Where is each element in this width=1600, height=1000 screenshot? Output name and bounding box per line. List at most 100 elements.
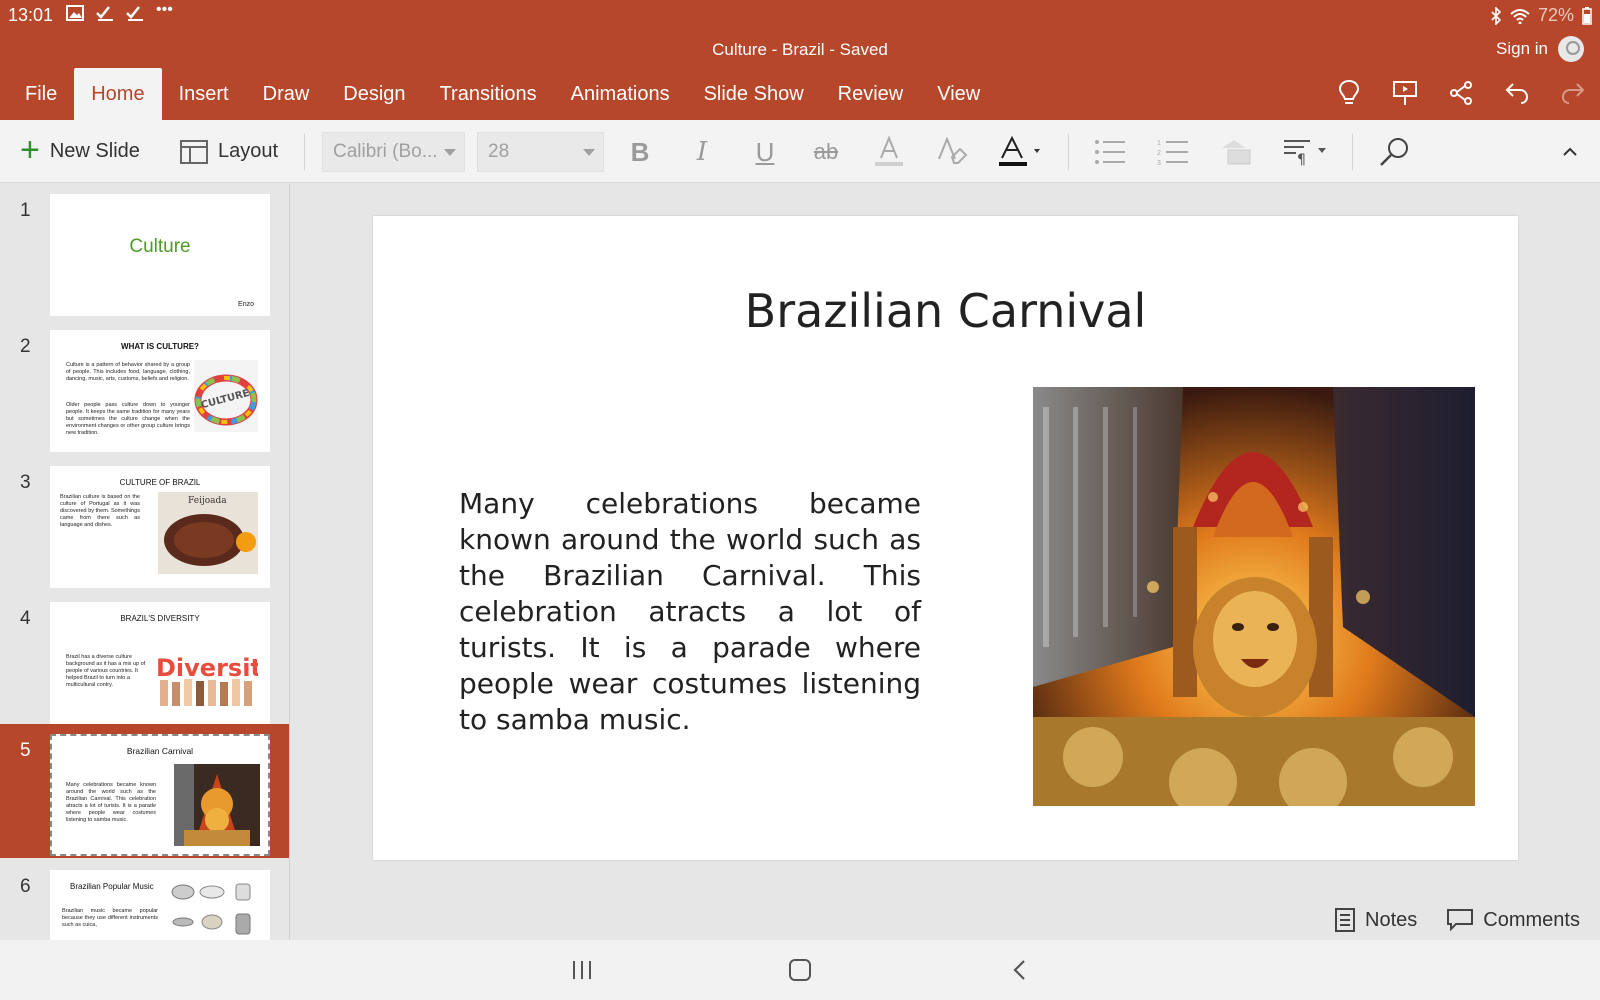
font-size-dropdown[interactable]: 28 [477, 132, 604, 172]
title-bar-actions [1334, 78, 1588, 108]
document-title: Culture - Brazil - Saved [712, 40, 888, 59]
slide-preview: Brazilian Popular Music Brazilian music … [50, 870, 270, 940]
tab-animations[interactable]: Animations [554, 68, 687, 120]
bullets-button[interactable] [1092, 134, 1128, 170]
slide-number: 6 [20, 876, 31, 897]
thumb-text: Brazil has a diverse culture background … [66, 654, 146, 688]
svg-text:¶: ¶ [1297, 152, 1306, 167]
home-ribbon: + New Slide Layout Calibri (Bo... 28 B I… [0, 120, 1600, 183]
ribbon-tabs: File Home Insert Draw Design Transitions… [0, 68, 997, 120]
slide-thumbnail-3[interactable]: 3 CULTURE OF BRAZIL Brazilian culture is… [0, 456, 289, 590]
thumb-author: Enzo [238, 301, 254, 308]
diversity-image: Diversity [156, 654, 258, 706]
system-navigation-bar [0, 940, 1600, 1000]
slide-preview: Brazilian Carnival Many celebrations bec… [50, 734, 270, 856]
font-color-icon [999, 136, 1040, 166]
font-size-value: 28 [488, 141, 510, 162]
thumb-text: Older people pass culture down to younge… [66, 402, 190, 436]
slide-preview: CULTURE OF BRAZIL Brazilian culture is b… [50, 466, 270, 588]
chevron-down-icon [583, 149, 595, 156]
tab-home[interactable]: Home [74, 68, 162, 120]
svg-text:3: 3 [1157, 160, 1161, 166]
bluetooth-icon [1491, 6, 1502, 25]
collapse-ribbon-button[interactable] [1555, 134, 1585, 170]
instruments-image [171, 883, 251, 935]
more-notifications-icon: ••• [156, 1, 173, 18]
thumb-text: Brazilian music became popular because t… [62, 908, 158, 928]
numbered-list-icon: 1 2 3 [1157, 140, 1188, 166]
comment-icon [1447, 909, 1474, 931]
highlight-button[interactable] [871, 134, 907, 170]
slide-thumbnail-2[interactable]: 2 WHAT IS CULTURE? Culture is a pattern … [0, 320, 289, 454]
thumb-title: Brazilian Carnival [126, 746, 194, 756]
paragraph-options-button[interactable]: ¶ [1282, 134, 1332, 170]
svg-text:1: 1 [1157, 140, 1161, 147]
lightbulb-icon[interactable] [1334, 78, 1364, 108]
slide-thumbnail-1[interactable]: 1 Culture Enzo [0, 184, 289, 318]
sign-in-label: Sign in [1496, 39, 1548, 58]
recent-apps-icon[interactable] [568, 958, 596, 982]
strikethrough-button[interactable]: ab [808, 134, 844, 170]
status-time: 13:01 [8, 5, 54, 25]
shape-icon [1222, 140, 1251, 165]
underline-button[interactable]: U [747, 134, 783, 170]
italic-button[interactable]: I [684, 134, 720, 170]
slide-thumbnail-6[interactable]: 6 Brazilian Popular Music Brazilian musi… [0, 860, 289, 940]
font-name-dropdown[interactable]: Calibri (Bo... [322, 132, 465, 172]
slide-number: 2 [20, 336, 31, 357]
thumb-title: WHAT IS CULTURE? [121, 342, 199, 351]
text-highlight-icon [875, 136, 903, 166]
tab-review[interactable]: Review [821, 68, 921, 120]
thumb-text: Brazilian culture is based on the cultur… [60, 494, 140, 528]
wifi-icon [1510, 8, 1530, 24]
tab-insert[interactable]: Insert [162, 68, 246, 120]
carnival-image[interactable] [1033, 387, 1475, 806]
slide-body-text[interactable]: Many celebrations became known around th… [459, 486, 921, 738]
slide-title[interactable]: Brazilian Carnival [373, 284, 1518, 338]
slide-preview: WHAT IS CULTURE? Culture is a pattern of… [50, 330, 270, 452]
back-icon[interactable] [1006, 958, 1034, 982]
layout-button[interactable]: Layout [180, 120, 278, 183]
present-icon[interactable] [1390, 78, 1420, 108]
find-button[interactable] [1376, 134, 1412, 170]
notification-icons: ••• [66, 1, 173, 21]
feijoada-image: Feijoada [158, 492, 258, 574]
font-color-button[interactable] [998, 134, 1046, 170]
shape-fill-button[interactable] [1218, 134, 1254, 170]
search-icon [1380, 138, 1408, 166]
eraser-icon [938, 137, 968, 164]
bold-button[interactable]: B [622, 134, 658, 170]
home-icon[interactable] [786, 958, 814, 982]
tab-design[interactable]: Design [326, 68, 422, 120]
task-done-icon [96, 6, 113, 21]
slide-preview: BRAZIL'S DIVERSITY Brazil has a diverse … [50, 602, 270, 724]
tab-file[interactable]: File [0, 68, 74, 120]
status-right: 72% [1490, 5, 1592, 26]
share-icon[interactable] [1446, 78, 1476, 108]
slide-thumbnail-5[interactable]: 5 Brazilian Carnival Many celebrations b… [0, 724, 289, 858]
tab-slide-show[interactable]: Slide Show [687, 68, 821, 120]
tab-draw[interactable]: Draw [246, 68, 327, 120]
gallery-icon [66, 5, 84, 21]
tab-view[interactable]: View [920, 68, 997, 120]
culture-image: CULTURE [194, 360, 258, 432]
new-slide-button[interactable]: + New Slide [20, 120, 140, 183]
numbering-button[interactable]: 1 2 3 [1155, 134, 1191, 170]
notes-button[interactable]: Notes [1335, 908, 1417, 932]
chevron-up-icon [1563, 147, 1577, 156]
thumb-title: Culture [129, 236, 191, 257]
current-slide[interactable]: Brazilian Carnival Many celebrations bec… [373, 216, 1518, 860]
sign-in-button[interactable]: Sign in [1496, 36, 1584, 62]
thumb-title: BRAZIL'S DIVERSITY [120, 614, 200, 623]
slide-thumbnail-4[interactable]: 4 BRAZIL'S DIVERSITY Brazil has a divers… [0, 592, 289, 726]
clear-formatting-button[interactable] [934, 134, 970, 170]
comments-button[interactable]: Comments [1447, 909, 1580, 932]
tab-transitions[interactable]: Transitions [423, 68, 554, 120]
avatar [1558, 36, 1584, 62]
bottom-toolbar: Notes Comments [1335, 908, 1580, 932]
redo-icon[interactable] [1558, 78, 1588, 108]
slide-number: 4 [20, 608, 31, 629]
top-bar: 13:01 ••• 72% Culture - Brazil - Saved S… [0, 0, 1600, 120]
undo-icon[interactable] [1502, 78, 1532, 108]
thumb-title: CULTURE OF BRAZIL [119, 478, 201, 487]
